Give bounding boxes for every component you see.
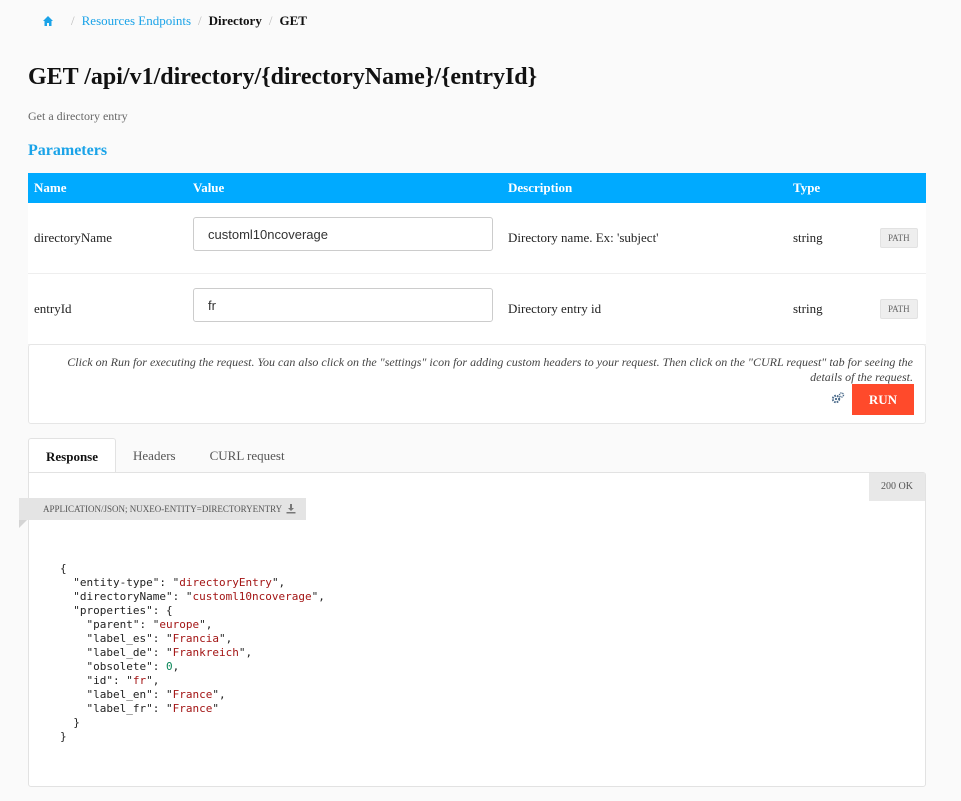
download-icon[interactable] (286, 504, 296, 514)
page-title: GET /api/v1/directory/{directoryName}/{e… (28, 64, 538, 90)
table-row: directoryName Directory name. Ex: 'subje… (28, 203, 926, 274)
param-name: directoryName (28, 203, 187, 274)
page-subtitle: Get a directory entry (28, 109, 128, 123)
run-help-text: Click on Run for executing the request. … (67, 355, 913, 384)
breadcrumb-get: GET (279, 13, 307, 28)
path-badge: PATH (880, 228, 918, 248)
json-entity-type: directoryEntry (179, 576, 272, 589)
column-header-name: Name (28, 173, 187, 203)
breadcrumb-separator: / (198, 13, 202, 28)
column-header-value: Value (187, 173, 502, 203)
param-name: entryId (28, 273, 187, 345)
column-header-badge (874, 173, 926, 203)
breadcrumb-directory: Directory (208, 13, 262, 28)
content-type-text: APPLICATION/JSON; NUXEO-ENTITY=DIRECTORY… (43, 504, 283, 514)
json-label-de: Frankreich (172, 646, 239, 659)
json-label-en: France (172, 688, 213, 701)
tab-curl-request[interactable]: CURL request (193, 438, 302, 473)
breadcrumb-separator: / (71, 13, 75, 28)
breadcrumb-separator: / (268, 13, 273, 28)
run-button[interactable]: RUN (852, 384, 914, 415)
response-tabs: Response Headers CURL request (28, 438, 302, 473)
json-label-fr: France (172, 702, 213, 715)
column-header-type: Type (787, 173, 874, 203)
parameters-heading: Parameters (28, 142, 108, 159)
param-badge-cell: PATH (874, 273, 926, 345)
content-type-tail (19, 520, 27, 528)
directory-name-input[interactable] (193, 217, 493, 251)
tab-response[interactable]: Response (28, 438, 117, 473)
json-id: fr (132, 674, 147, 687)
parameters-table: Name Value Description Type directoryNam… (28, 173, 926, 345)
tab-headers[interactable]: Headers (116, 438, 193, 473)
param-value-cell (187, 273, 502, 345)
gear-icon[interactable] (831, 391, 845, 405)
param-type: string (787, 273, 874, 345)
table-row: entryId Directory entry id string PATH (28, 273, 926, 345)
column-header-description: Description (502, 173, 787, 203)
run-panel: Click on Run for executing the request. … (28, 344, 926, 424)
path-badge: PATH (880, 299, 918, 319)
json-directory-name: customl10ncoverage (192, 590, 312, 603)
json-obsolete: 0 (165, 660, 173, 673)
json-parent: europe (159, 618, 200, 631)
param-value-cell (187, 203, 502, 274)
param-description: Directory entry id (502, 273, 787, 345)
home-icon[interactable] (42, 15, 54, 27)
breadcrumb-resources-endpoints[interactable]: Resources Endpoints (82, 13, 191, 29)
content-type-label: APPLICATION/JSON; NUXEO-ENTITY=DIRECTORY… (19, 498, 307, 520)
parameters-header-row: Name Value Description Type (28, 173, 926, 203)
response-json: { "entity-type": "directoryEntry", "dire… (60, 562, 325, 743)
param-type: string (787, 203, 874, 274)
param-badge-cell: PATH (874, 203, 926, 274)
status-badge: 200 OK (869, 473, 925, 501)
param-description: Directory name. Ex: 'subject' (502, 203, 787, 274)
json-label-es: Francia (172, 632, 219, 645)
breadcrumb: / Resources Endpoints / Directory / GET (42, 13, 307, 29)
entry-id-input[interactable] (193, 288, 493, 322)
